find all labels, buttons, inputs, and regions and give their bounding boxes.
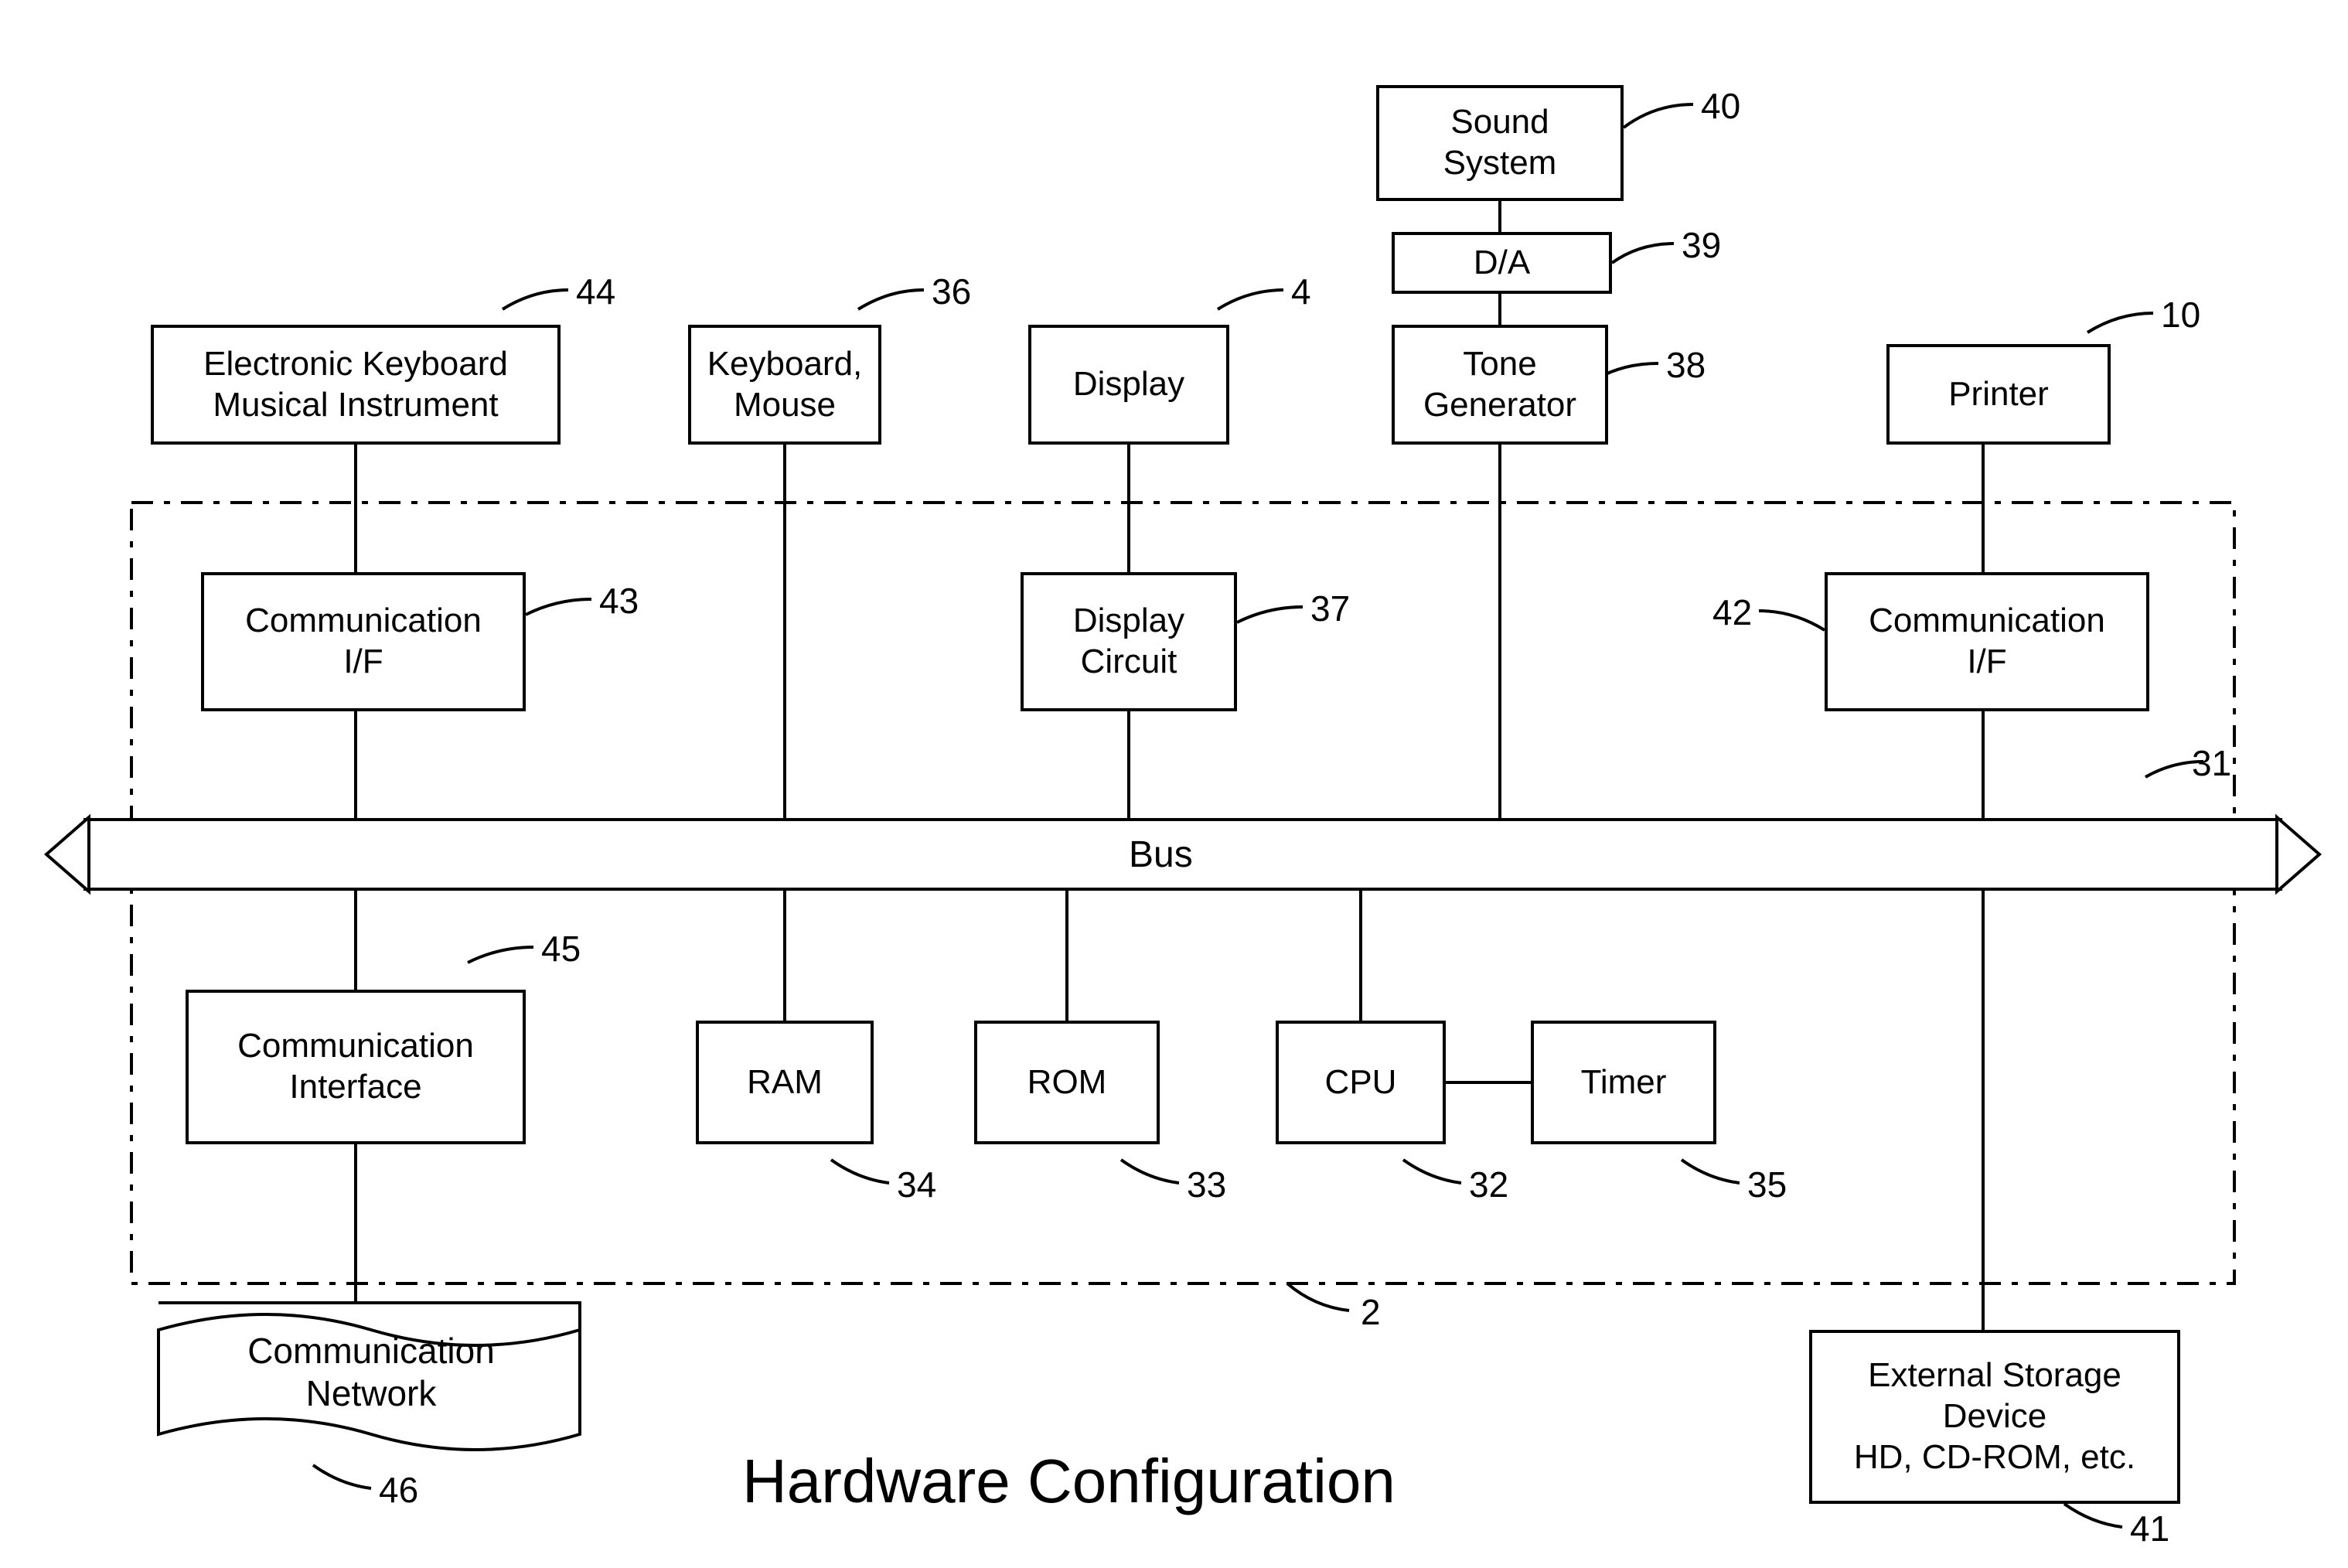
block-comm-if-left: CommunicationI/F xyxy=(201,572,526,711)
ref-31: 31 xyxy=(2192,742,2231,784)
ref-4: 4 xyxy=(1291,271,1311,312)
ref-2: 2 xyxy=(1361,1291,1381,1333)
block-cpu: CPU xyxy=(1276,1021,1446,1144)
leader-curves xyxy=(313,104,2203,1527)
block-da: D/A xyxy=(1392,232,1612,294)
ref-33: 33 xyxy=(1187,1164,1226,1205)
ref-45: 45 xyxy=(541,928,581,970)
bus-label: Bus xyxy=(1129,833,1193,876)
block-tone-generator: ToneGenerator xyxy=(1392,325,1608,445)
block-comm-if-right: CommunicationI/F xyxy=(1825,572,2149,711)
ref-32: 32 xyxy=(1469,1164,1508,1205)
ref-34: 34 xyxy=(897,1164,936,1205)
ref-42: 42 xyxy=(1712,591,1752,633)
ref-37: 37 xyxy=(1310,588,1350,629)
ref-35: 35 xyxy=(1747,1164,1787,1205)
ref-40: 40 xyxy=(1701,85,1740,127)
ref-41: 41 xyxy=(2130,1508,2169,1549)
ref-39: 39 xyxy=(1682,224,1721,266)
block-electronic-keyboard-musical-instrument: Electronic KeyboardMusical Instrument xyxy=(151,325,561,445)
diagram-title: Hardware Configuration xyxy=(742,1446,1396,1517)
block-external-storage: External StorageDeviceHD, CD-ROM, etc. xyxy=(1809,1330,2180,1504)
comm-network-text: CommunicationNetwork xyxy=(232,1330,510,1415)
ref-43: 43 xyxy=(599,580,639,622)
block-display: Display xyxy=(1028,325,1229,445)
ref-38: 38 xyxy=(1666,344,1706,386)
block-timer: Timer xyxy=(1531,1021,1716,1144)
ref-10: 10 xyxy=(2161,294,2200,336)
block-communication-interface: CommunicationInterface xyxy=(186,990,526,1144)
block-printer: Printer xyxy=(1886,344,2111,445)
ref-46: 46 xyxy=(379,1469,418,1511)
block-display-circuit: DisplayCircuit xyxy=(1021,572,1237,711)
block-sound-system: SoundSystem xyxy=(1376,85,1624,201)
block-keyboard-mouse: Keyboard,Mouse xyxy=(688,325,881,445)
ref-44: 44 xyxy=(576,271,615,312)
block-ram: RAM xyxy=(696,1021,874,1144)
block-rom: ROM xyxy=(974,1021,1160,1144)
diagram-stage: SoundSystem D/A ToneGenerator Electronic… xyxy=(0,0,2348,1568)
ref-36: 36 xyxy=(932,271,971,312)
